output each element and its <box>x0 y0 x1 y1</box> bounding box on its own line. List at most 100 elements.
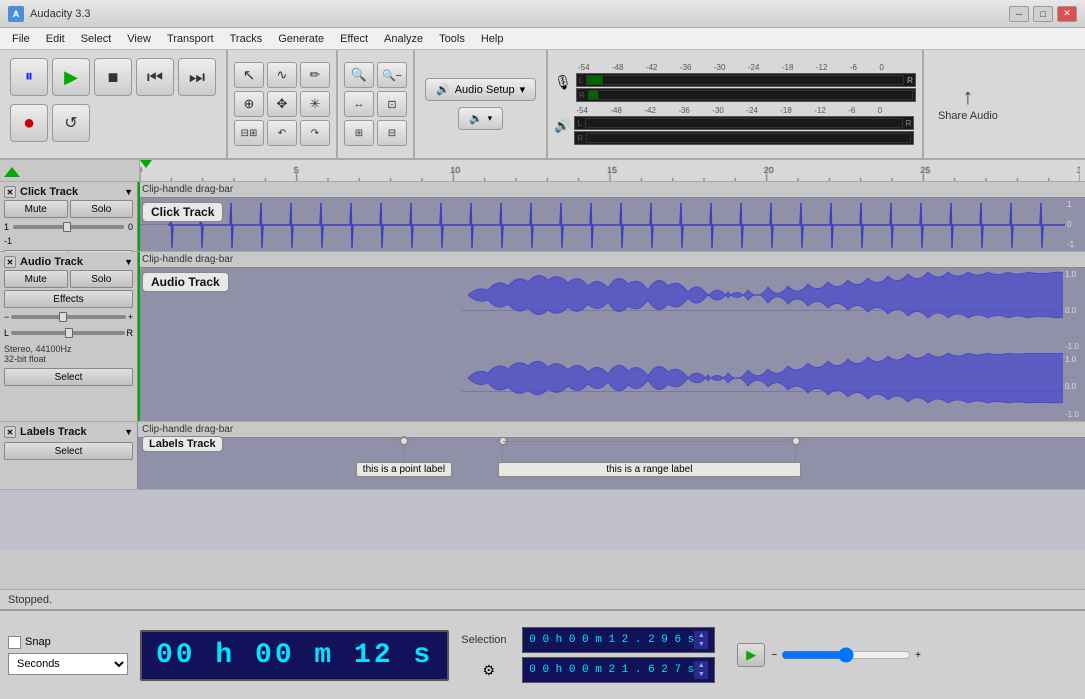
skip-fwd-button[interactable]: ⏭ <box>178 58 216 96</box>
fit-tracks-button[interactable]: ↔ <box>344 91 374 117</box>
menu-help[interactable]: Help <box>473 31 512 47</box>
snap-label: Snap <box>25 636 51 648</box>
audio-setup-button[interactable]: 🔊 Audio Setup ▾ <box>425 78 536 101</box>
menu-transport[interactable]: Transport <box>159 31 222 47</box>
timeline-ruler <box>0 160 1085 182</box>
share-audio-button-2[interactable]: 🔉 ▾ <box>458 107 503 130</box>
labels-track-select-button[interactable]: Select <box>4 442 133 460</box>
share-audio-label: Share Audio <box>938 110 998 123</box>
minimize-button[interactable]: ─ <box>1009 6 1029 22</box>
snap-control: Snap <box>8 636 128 649</box>
sel-end-up[interactable]: ▲ <box>694 661 708 670</box>
labels-track-controls: ✕ Labels Track ▼ Select <box>0 422 138 489</box>
vu-meter-section: 🎙 -54 -48 -42 -36 -30 -24 -18 -12 -6 0 L <box>548 50 924 158</box>
extra-tool-2[interactable]: ↶ <box>267 120 297 146</box>
audio-track-close-button[interactable]: ✕ <box>4 256 16 268</box>
ruler-content <box>140 160 1085 181</box>
sel-start-down[interactable]: ▼ <box>694 640 708 649</box>
record-vu-bar-R[interactable]: R <box>576 88 916 102</box>
click-track-waveform: Clip-handle drag-bar Click Track 1 0 -1 <box>138 182 1085 251</box>
menu-tools[interactable]: Tools <box>431 31 473 47</box>
extra-tool-3[interactable]: ↷ <box>300 120 330 146</box>
menu-view[interactable]: View <box>119 31 159 47</box>
speed-slider[interactable] <box>781 647 911 663</box>
app-icon: A <box>8 6 24 22</box>
click-track: ✕ Click Track ▼ Mute Solo 1 0 -1 Select <box>0 182 1085 252</box>
sel-start-box[interactable]: 0 0 h 0 0 m 1 2 . 2 9 6 s ▲ ▼ <box>522 627 715 653</box>
maximize-button[interactable]: □ <box>1033 6 1053 22</box>
menu-generate[interactable]: Generate <box>270 31 332 47</box>
audio-gain-minus-icon: − <box>4 312 9 322</box>
menu-tracks[interactable]: Tracks <box>222 31 271 47</box>
menu-effect[interactable]: Effect <box>332 31 376 47</box>
menu-analyze[interactable]: Analyze <box>376 31 431 47</box>
zoom-section: 🔍 🔍− ↔ ⊡ ⊞ ⊟ <box>338 50 415 158</box>
window-title: Audacity 3.3 <box>30 8 1009 20</box>
star-tool-button[interactable]: ✳ <box>300 91 330 117</box>
menu-bar: File Edit Select View Transport Tracks G… <box>0 28 1085 50</box>
transport-section: ⏸ ▶ ■ ⏮ ⏭ ● ↺ <box>0 50 228 158</box>
labels-track-dropdown[interactable]: ▼ <box>124 427 133 437</box>
fit-selection-button[interactable]: ⊡ <box>377 91 407 117</box>
labels-track-close-button[interactable]: ✕ <box>4 426 16 438</box>
close-button[interactable]: ✕ <box>1057 6 1077 22</box>
select-tool-button[interactable]: ↖ <box>234 62 264 88</box>
sel-start-spinbox: ▲ ▼ <box>694 631 708 649</box>
pause-button[interactable]: ⏸ <box>10 58 48 96</box>
sel-end-box[interactable]: 0 0 h 0 0 m 2 1 . 6 2 7 s ▲ ▼ <box>522 657 715 683</box>
envelope-tool-button[interactable]: ∿ <box>267 62 297 88</box>
zoom-sel-button[interactable]: ⊟ <box>377 120 407 146</box>
play-button[interactable]: ▶ <box>52 58 90 96</box>
range-label-text[interactable]: this is a range label <box>498 462 801 477</box>
ruler-cursor-icon <box>0 163 24 179</box>
click-track-dropdown[interactable]: ▼ <box>124 187 133 197</box>
audio-track-solo-button[interactable]: Solo <box>70 270 134 288</box>
zoom-in-button[interactable]: 🔍 <box>344 62 374 88</box>
audio-gain-slider[interactable] <box>59 312 67 322</box>
bottom-play-button[interactable]: ▶ <box>737 643 765 667</box>
audio-clip-handle-label: Clip-handle drag-bar <box>142 254 233 265</box>
playback-vu-bar-R[interactable]: R <box>574 131 914 145</box>
zoom-toggle-button[interactable]: ⊞ <box>344 120 374 146</box>
record-vu-bar-L[interactable]: L R <box>576 73 916 87</box>
audio-pan-slider[interactable] <box>65 328 73 338</box>
zoom-out-button[interactable]: 🔍− <box>377 62 407 88</box>
extra-tool-1[interactable]: ⊟⊞ <box>234 120 264 146</box>
menu-file[interactable]: File <box>4 31 38 47</box>
menu-select[interactable]: Select <box>73 31 120 47</box>
share-audio-section[interactable]: ↑ Share Audio <box>924 50 1012 158</box>
point-label-marker[interactable] <box>399 436 409 446</box>
speed-minus-icon: − <box>771 650 777 661</box>
menu-edit[interactable]: Edit <box>38 31 73 47</box>
playback-cursor <box>140 160 152 168</box>
point-label-container: this is a point label <box>356 436 452 477</box>
stop-button[interactable]: ■ <box>94 58 132 96</box>
click-track-gain-slider[interactable] <box>63 222 71 232</box>
skip-back-button[interactable]: ⏮ <box>136 58 174 96</box>
point-label-text[interactable]: this is a point label <box>356 462 452 477</box>
click-track-gain-minus: 0 <box>128 222 133 232</box>
playback-vu-bar-L[interactable]: L R <box>574 116 914 130</box>
chevron-icon: ▾ <box>520 83 526 96</box>
record-button[interactable]: ● <box>10 104 48 142</box>
edit-row-1: ↖ ∿ ✏ <box>234 62 330 88</box>
sel-start-up[interactable]: ▲ <box>694 631 708 640</box>
multitool-button[interactable]: ✥ <box>267 91 297 117</box>
zoom-tool-button[interactable]: ⊕ <box>234 91 264 117</box>
snap-checkbox[interactable] <box>8 636 21 649</box>
audio-track-select-button[interactable]: Select <box>4 368 133 386</box>
click-track-solo-button[interactable]: Solo <box>70 200 134 218</box>
audio-track-dropdown[interactable]: ▼ <box>124 257 133 267</box>
playback-vu-row: 🔊 -54 -48 -42 -36 -30 -24 -18 -12 -6 0 L <box>554 106 916 145</box>
sel-end-down[interactable]: ▼ <box>694 670 708 679</box>
draw-tool-button[interactable]: ✏ <box>300 62 330 88</box>
time-format-select[interactable]: Seconds <box>8 653 128 675</box>
loop-button[interactable]: ↺ <box>52 104 90 142</box>
click-track-close-button[interactable]: ✕ <box>4 186 16 198</box>
audio-track-mute-button[interactable]: Mute <box>4 270 68 288</box>
click-track-mute-button[interactable]: Mute <box>4 200 68 218</box>
sel-start-value: 0 0 h 0 0 m 1 2 . 2 9 6 s <box>529 634 694 646</box>
audio-track-waveform: Clip-handle drag-bar Audio Track 1.0 0.0… <box>138 252 1085 421</box>
audio-track-effects-button[interactable]: Effects <box>4 290 133 308</box>
ruler-left-pad <box>0 160 140 181</box>
